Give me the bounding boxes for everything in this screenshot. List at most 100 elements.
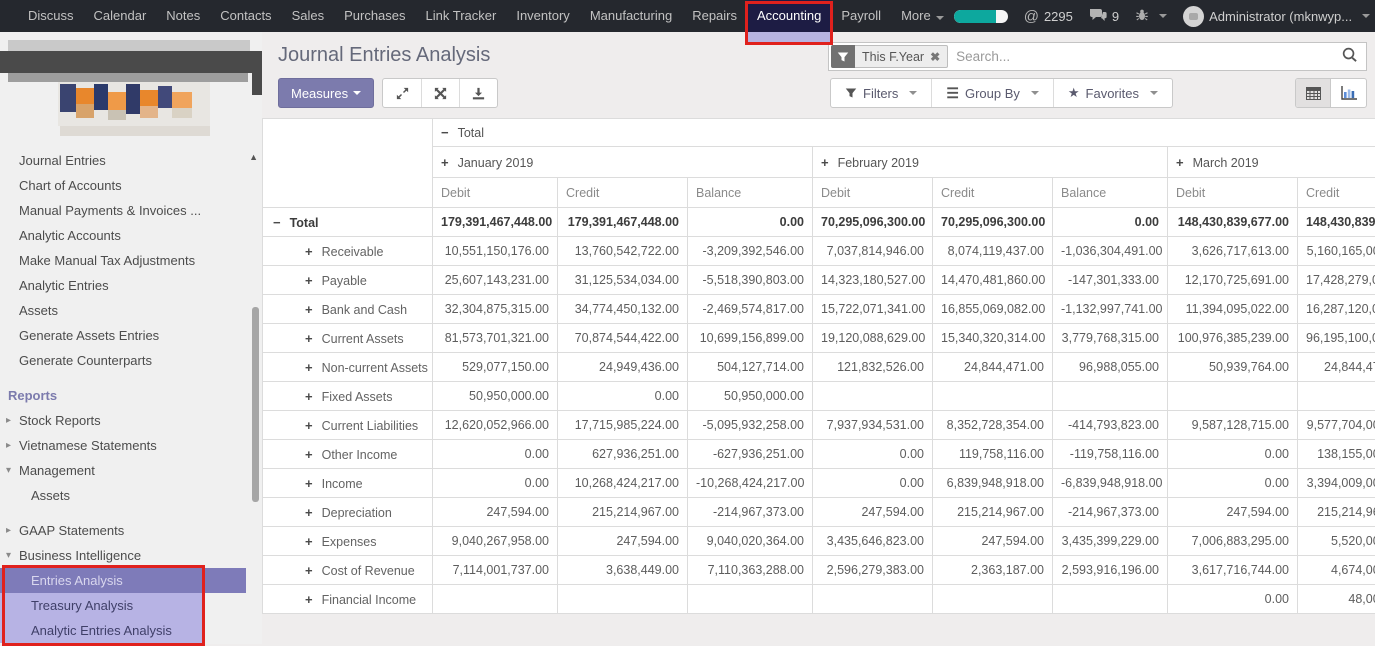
sidebar-item-journal-entries[interactable]: Journal Entries	[0, 148, 262, 173]
sidebar-item-analytic-accounts[interactable]: Analytic Accounts	[0, 223, 262, 248]
top-menu-inventory[interactable]: Inventory	[506, 0, 579, 32]
top-menu-discuss[interactable]: Discuss	[18, 0, 84, 32]
search-input[interactable]	[948, 49, 1341, 64]
sidebar-item-generate-assets-entries[interactable]: Generate Assets Entries	[0, 323, 262, 348]
pivot-row-label[interactable]: +Other Income	[263, 440, 433, 469]
scroll-up-icon[interactable]: ▲	[249, 152, 258, 162]
expand-icon[interactable]: +	[305, 360, 313, 375]
sidebar-item-vietnamese-statements[interactable]: ▸Vietnamese Statements	[0, 433, 262, 458]
sidebar-item-analytic-entries-analysis[interactable]: Analytic Entries Analysis	[0, 618, 205, 643]
graph-view-button[interactable]	[1331, 79, 1366, 107]
chevron-down-icon[interactable]: ▾	[6, 458, 11, 483]
chevron-down-icon[interactable]: ▾	[6, 543, 11, 568]
top-menu-more[interactable]: More	[891, 0, 954, 32]
pivot-row-label[interactable]: +Payable	[263, 266, 433, 295]
pivot-header-total[interactable]: −Total	[433, 119, 1375, 147]
sidebar-item-assets-management[interactable]: Assets	[0, 483, 262, 508]
mentions-counter[interactable]: @ 2295	[1024, 8, 1073, 25]
pivot-row-label[interactable]: −Total	[263, 208, 433, 237]
pivot-cell: 96,195,100,000.00	[1298, 324, 1375, 353]
top-menu-payroll[interactable]: Payroll	[831, 0, 891, 32]
messages-counter[interactable]: 9	[1089, 8, 1119, 25]
sidebar-item-business-intelligence[interactable]: ▾Business Intelligence	[0, 543, 262, 568]
expand-icon[interactable]: +	[305, 389, 313, 404]
pivot-row-label[interactable]: +Depreciation	[263, 498, 433, 527]
expand-icon[interactable]: +	[305, 273, 313, 288]
top-menu-calendar[interactable]: Calendar	[84, 0, 157, 32]
pivot-header-february-2019[interactable]: +February 2019	[813, 147, 1168, 178]
pivot-cell: -1,132,997,741.00	[1053, 295, 1168, 324]
expand-icon[interactable]: +	[821, 155, 829, 170]
top-menu-accounting[interactable]: Accounting	[747, 0, 831, 32]
pivot-header-march-2019[interactable]: +March 2019	[1168, 147, 1375, 178]
expand-icon[interactable]: +	[441, 155, 449, 170]
pivot-measure-balance[interactable]: Balance	[688, 178, 813, 208]
expand-icon[interactable]: +	[305, 534, 313, 549]
sidebar-item-management[interactable]: ▾Management	[0, 458, 262, 483]
expand-icon[interactable]: +	[305, 418, 313, 433]
pivot-row-label[interactable]: +Fixed Assets	[263, 382, 433, 411]
collapse-icon[interactable]: −	[441, 125, 449, 140]
pivot-view-button[interactable]	[1296, 79, 1331, 107]
top-menu-contacts[interactable]: Contacts	[210, 0, 281, 32]
sidebar-item-stock-reports[interactable]: ▸Stock Reports	[0, 408, 262, 433]
pivot-row-label[interactable]: +Cost of Revenue	[263, 556, 433, 585]
download-button[interactable]	[459, 79, 497, 107]
favorites-button[interactable]: ★ Favorites	[1053, 79, 1172, 107]
expand-icon[interactable]: +	[305, 563, 313, 578]
facet-remove-icon[interactable]: ✖	[930, 50, 940, 64]
search-icon[interactable]	[1341, 46, 1358, 68]
expand-icon[interactable]: +	[305, 505, 313, 520]
expand-icon[interactable]: +	[305, 244, 313, 259]
pivot-row-label[interactable]: +Financial Income	[263, 585, 433, 614]
sidebar-item-analytic-entries[interactable]: Analytic Entries	[0, 273, 262, 298]
pivot-measure-balance[interactable]: Balance	[1053, 178, 1168, 208]
top-menu-manufacturing[interactable]: Manufacturing	[580, 0, 682, 32]
pivot-row-label[interactable]: +Current Liabilities	[263, 411, 433, 440]
sidebar-scrollbar[interactable]	[252, 307, 259, 502]
expand-icon[interactable]: +	[1176, 155, 1184, 170]
measures-button[interactable]: Measures	[278, 78, 374, 108]
chevron-right-icon[interactable]: ▸	[6, 408, 11, 433]
expand-icon[interactable]: +	[305, 302, 313, 317]
pivot-measure-debit[interactable]: Debit	[433, 178, 558, 208]
pivot-row-label[interactable]: +Receivable	[263, 237, 433, 266]
sidebar-item-gaap-statements[interactable]: ▸GAAP Statements	[0, 518, 262, 543]
filters-button[interactable]: Filters	[831, 79, 931, 107]
expand-icon[interactable]: +	[305, 476, 313, 491]
pivot-row-label[interactable]: +Non-current Assets	[263, 353, 433, 382]
user-menu[interactable]: Administrator (mknwyp...	[1183, 6, 1370, 27]
flip-axis-button[interactable]	[421, 79, 459, 107]
sidebar-item-treasury-analysis[interactable]: Treasury Analysis	[0, 593, 205, 618]
expand-icon[interactable]: +	[305, 592, 313, 607]
sidebar-item-entries-analysis[interactable]: Entries Analysis	[0, 568, 246, 593]
sidebar-item-generate-counterparts[interactable]: Generate Counterparts	[0, 348, 262, 373]
group-by-button[interactable]: ☰ Group By	[931, 79, 1052, 107]
pivot-measure-debit[interactable]: Debit	[813, 178, 933, 208]
top-menu-notes[interactable]: Notes	[156, 0, 210, 32]
pivot-header-january-2019[interactable]: +January 2019	[433, 147, 813, 178]
top-menu-sales[interactable]: Sales	[282, 0, 335, 32]
pivot-measure-credit[interactable]: Credit	[558, 178, 688, 208]
expand-button[interactable]	[383, 79, 421, 107]
sidebar-item-chart-of-accounts[interactable]: Chart of Accounts	[0, 173, 262, 198]
chevron-right-icon[interactable]: ▸	[6, 433, 11, 458]
expand-icon[interactable]: +	[305, 447, 313, 462]
pivot-measure-debit[interactable]: Debit	[1168, 178, 1298, 208]
pivot-row-label[interactable]: +Income	[263, 469, 433, 498]
debug-menu[interactable]	[1135, 8, 1167, 25]
top-menu-repairs[interactable]: Repairs	[682, 0, 747, 32]
pivot-row-label[interactable]: +Bank and Cash	[263, 295, 433, 324]
collapse-icon[interactable]: −	[273, 215, 281, 230]
pivot-row-label[interactable]: +Current Assets	[263, 324, 433, 353]
pivot-measure-credit[interactable]: Credit	[1298, 178, 1375, 208]
expand-icon[interactable]: +	[305, 331, 313, 346]
pivot-measure-credit[interactable]: Credit	[933, 178, 1053, 208]
top-menu-link-tracker[interactable]: Link Tracker	[416, 0, 507, 32]
chevron-right-icon[interactable]: ▸	[6, 518, 11, 543]
top-menu-purchases[interactable]: Purchases	[334, 0, 415, 32]
sidebar-item-make-manual-tax-adjustments[interactable]: Make Manual Tax Adjustments	[0, 248, 262, 273]
sidebar-item-assets[interactable]: Assets	[0, 298, 262, 323]
sidebar-item-manual-payments-invoices[interactable]: Manual Payments & Invoices ...	[0, 198, 262, 223]
pivot-row-label[interactable]: +Expenses	[263, 527, 433, 556]
